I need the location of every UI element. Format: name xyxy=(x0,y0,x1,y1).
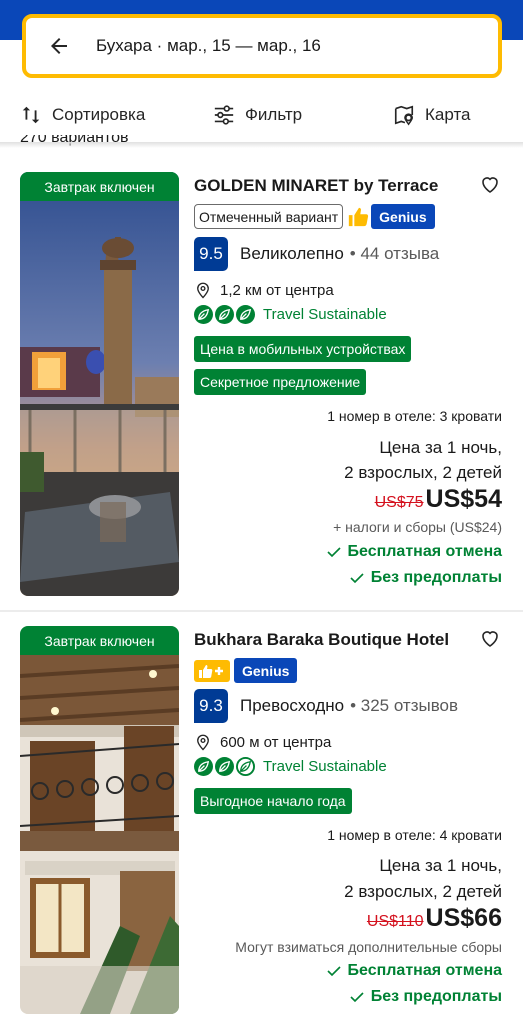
map-label: Карта xyxy=(425,105,471,124)
location-pin-icon xyxy=(197,282,209,299)
distance-row: 1,2 км от центра xyxy=(194,280,334,300)
thumbs-plus-icon xyxy=(194,659,230,682)
price-for-line1: Цена за 1 ночь, xyxy=(379,438,502,457)
leaf-icon xyxy=(215,305,234,324)
room-info: 1 номер в отеле: 4 кровати xyxy=(327,827,502,843)
taxes-text: Могут взиматься дополнительные сборы xyxy=(235,939,502,955)
heart-icon[interactable] xyxy=(478,172,502,196)
sustainable-label: Travel Sustainable xyxy=(263,758,387,775)
rating-row: 9.3 Превосходно • 325 отзывов xyxy=(194,689,458,723)
no-prepayment: Без предоплаты xyxy=(349,988,502,1006)
highlight-badge: Отмеченный вариант xyxy=(194,204,344,229)
genius-badge: Genius xyxy=(234,658,298,683)
search-box[interactable]: Бухара · мар., 15 — мар., 16 xyxy=(22,14,502,78)
filter-button[interactable]: Фильтр xyxy=(213,104,302,126)
deal-tag: Выгодное начало года xyxy=(194,788,352,814)
review-count: • 44 отзыва xyxy=(349,244,440,263)
old-price: US$110 xyxy=(366,913,424,930)
price: US$75 US$54 xyxy=(375,485,502,514)
card-divider xyxy=(0,610,523,612)
review-score: 9.3 xyxy=(194,689,228,723)
free-cancellation: Бесплатная отмена xyxy=(326,543,502,561)
price: US$110 US$66 xyxy=(367,904,502,933)
minaret-photo xyxy=(20,172,179,596)
checkmark-icon xyxy=(326,547,341,558)
deal-tag: Цена в мобильных устройствах xyxy=(194,336,412,362)
back-arrow-icon[interactable] xyxy=(44,31,74,61)
sustainability-leaves xyxy=(194,757,257,776)
rating-word: Превосходно xyxy=(240,696,345,715)
review-count: • 325 отзывов xyxy=(350,696,459,715)
room-info: 1 номер в отеле: 3 кровати xyxy=(327,408,502,424)
leaf-icon xyxy=(194,305,213,324)
new-price: US$66 xyxy=(425,904,502,932)
no-prepayment: Без предоплаты xyxy=(349,569,502,587)
leaf-icon xyxy=(194,757,213,776)
badge-row: Отмеченный вариант Genius xyxy=(194,204,435,229)
search-query[interactable]: Бухара · мар., 15 — мар., 16 xyxy=(96,36,321,56)
rating-row: 9.5 Великолепно • 44 отзыва xyxy=(194,237,439,271)
distance-text: 1,2 км от центра xyxy=(220,281,334,299)
sustainability-row: Travel Sustainable xyxy=(194,305,387,324)
review-score: 9.5 xyxy=(194,237,228,271)
map-icon xyxy=(394,105,414,126)
leaf-icon xyxy=(236,305,255,324)
boutique-hotel-photo xyxy=(20,626,179,1014)
distance-text: 600 м от центра xyxy=(220,733,332,751)
location-pin-icon xyxy=(197,734,209,751)
taxes-text: + налоги и сборы (US$24) xyxy=(333,519,502,535)
hotel-name[interactable]: GOLDEN MINARET by Terrace xyxy=(194,176,438,196)
badge-row: Genius xyxy=(194,658,298,683)
checkmark-icon xyxy=(326,966,341,977)
new-price: US$54 xyxy=(425,485,502,513)
header-bar: Бухара · мар., 15 — мар., 16 xyxy=(0,0,523,86)
distance-row: 600 м от центра xyxy=(194,732,331,752)
sort-button[interactable]: Сортировка xyxy=(20,104,145,126)
price-for-line2: 2 взрослых, 2 детей xyxy=(344,882,502,901)
deal-tag: Секретное предложение xyxy=(194,369,367,395)
sustainability-leaves xyxy=(194,305,257,324)
sustainability-row: Travel Sustainable xyxy=(194,757,387,776)
breakfast-badge: Завтрак включен xyxy=(20,626,179,655)
hotel-name[interactable]: Bukhara Baraka Boutique Hotel xyxy=(194,630,449,650)
heart-icon[interactable] xyxy=(478,626,502,650)
hotel-photo[interactable]: Завтрак включен xyxy=(20,626,179,1014)
sort-label: Сортировка xyxy=(52,105,146,124)
price-for-line1: Цена за 1 ночь, xyxy=(379,856,502,875)
thumbs-up-icon xyxy=(349,207,369,226)
sort-icon xyxy=(22,106,40,124)
leaf-icon xyxy=(215,757,234,776)
checkmark-icon xyxy=(350,573,364,584)
rating-word: Великолепно xyxy=(240,244,344,263)
price-for-line2: 2 взрослых, 2 детей xyxy=(344,463,502,482)
filter-label: Фильтр xyxy=(245,105,303,124)
filter-sliders-icon xyxy=(214,105,234,125)
free-cancellation: Бесплатная отмена xyxy=(326,962,502,980)
sustainable-label: Travel Sustainable xyxy=(263,306,387,323)
old-price: US$75 xyxy=(374,494,424,511)
checkmark-icon xyxy=(350,992,364,1003)
genius-badge: Genius xyxy=(371,204,435,229)
map-button[interactable]: Карта xyxy=(393,104,471,126)
leaf-outline-icon xyxy=(236,757,255,776)
results-toolbar: Сортировка Фильтр Карта xyxy=(0,92,523,138)
breakfast-badge: Завтрак включен xyxy=(20,172,179,201)
hotel-photo[interactable]: Завтрак включен xyxy=(20,172,179,596)
